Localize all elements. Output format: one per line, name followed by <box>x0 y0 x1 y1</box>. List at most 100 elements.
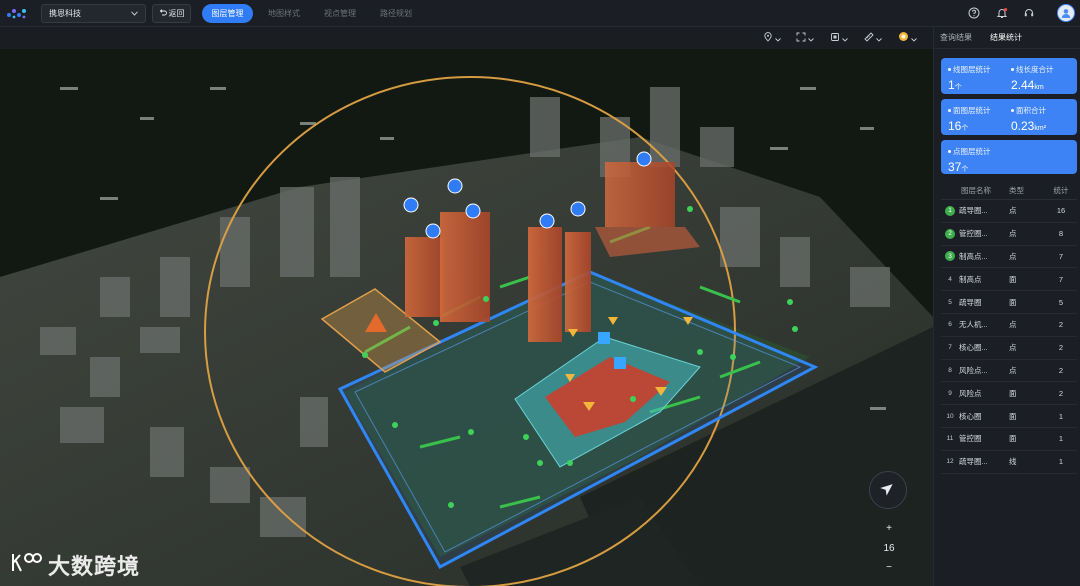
table-row[interactable]: 5 疏导圈 面 5 <box>941 291 1077 314</box>
layer-type: 面 <box>1009 434 1017 444</box>
layer-name-cell: 9 风险点 <box>941 388 1007 399</box>
layer-name: 管控圈 <box>959 434 982 444</box>
line-stats-card: 线图层统计 1个 线长度合计 2.44km <box>941 58 1077 94</box>
table-row[interactable]: 8 风险点... 点 2 <box>941 360 1077 383</box>
table-row[interactable]: 10 核心圈 面 1 <box>941 405 1077 428</box>
table-row[interactable]: 1 疏导圈... 点 16 <box>941 200 1077 223</box>
layer-name-cell: 12 疏导圈... <box>941 456 1007 467</box>
help-icon[interactable] <box>967 6 981 20</box>
layer-type: 点 <box>1009 343 1017 353</box>
location-pin-icon <box>763 29 773 47</box>
undo-icon <box>159 8 167 19</box>
table-row[interactable]: 12 疏导圈... 线 1 <box>941 451 1077 474</box>
layer-name-cell: 11 管控圈 <box>941 433 1007 444</box>
watermark-logo-icon <box>10 549 44 581</box>
area-layer-count: 面图层统计 16个 <box>948 106 991 133</box>
results-panel: 查询结果 结果统计 线图层统计 1个 线长度合计 2.44km 面图层统计 16… <box>933 27 1080 586</box>
watermark: 大数跨境 <box>10 550 140 580</box>
table-header: 图层名称 类型 统计 <box>941 182 1077 200</box>
layer-type: 面 <box>1009 388 1017 398</box>
layer-name: 疏导圈... <box>959 457 988 467</box>
rank-badge: 12 <box>946 458 954 466</box>
layer-type: 面 <box>1009 411 1017 421</box>
zoom-out-button[interactable]: − <box>886 562 892 573</box>
layer-name-cell: 7 核心圈... <box>941 342 1007 353</box>
app-logo-icon[interactable] <box>0 0 34 27</box>
table-row[interactable]: 6 无人机... 点 2 <box>941 314 1077 337</box>
sun-icon <box>898 29 909 47</box>
rank-badge: 9 <box>948 389 952 397</box>
table-row[interactable]: 2 管控圈... 点 8 <box>941 223 1077 246</box>
chevron-down-icon <box>876 29 882 47</box>
back-label: 返回 <box>168 9 185 18</box>
chevron-down-icon <box>808 29 814 47</box>
tab-layer-management[interactable]: 图层管理 <box>202 4 253 23</box>
point-stats-card: 点图层统计 37个 <box>941 140 1077 174</box>
bell-icon[interactable] <box>995 6 1009 20</box>
layer-count: 7 <box>1058 274 1064 284</box>
layer-count: 16 <box>1056 206 1066 216</box>
table-row[interactable]: 7 核心圈... 点 2 <box>941 337 1077 360</box>
zoom-control: + 16 − <box>878 523 900 573</box>
layer-stats-table: 图层名称 类型 统计 1 疏导圈... 点 16 2 管控圈... 点 8 3 制高点... 点 7 4… <box>941 182 1077 474</box>
top-bar: 携恩科技 返回 图层管理 地图样式 视点管理 路径规划 <box>0 0 1080 27</box>
layer-count: 1 <box>1058 411 1064 421</box>
layer-count: 7 <box>1058 251 1064 261</box>
layer-name: 风险点 <box>959 388 982 398</box>
table-row[interactable]: 3 制高点... 点 7 <box>941 246 1077 269</box>
lighting-tool[interactable] <box>898 31 917 45</box>
map-toolbar <box>0 27 933 49</box>
headset-icon[interactable] <box>1022 6 1036 20</box>
location-tool[interactable] <box>763 31 781 45</box>
rank-badge: 2 <box>945 228 955 239</box>
layers-tool[interactable] <box>830 31 848 45</box>
compass-button[interactable] <box>869 471 907 509</box>
layer-type: 线 <box>1009 457 1017 467</box>
layer-name: 风险点... <box>959 365 988 375</box>
layers-icon <box>830 29 840 47</box>
layer-name: 疏导圈... <box>959 206 988 216</box>
zoom-in-button[interactable]: + <box>886 523 892 534</box>
layer-name-cell: 4 制高点 <box>941 274 1007 285</box>
rank-badge: 8 <box>948 366 952 374</box>
chevron-down-icon <box>775 29 781 47</box>
chevron-down-icon <box>911 29 917 47</box>
fullscreen-tool[interactable] <box>796 31 814 45</box>
company-select[interactable]: 携恩科技 <box>41 4 146 23</box>
line-layer-count: 线图层统计 1个 <box>948 65 991 92</box>
rank-badge: 7 <box>948 344 952 352</box>
zoom-level: 16 <box>883 542 895 554</box>
measure-tool[interactable] <box>864 31 882 45</box>
layer-type: 点 <box>1009 320 1017 330</box>
layer-name-cell: 3 制高点... <box>941 251 1007 262</box>
map-scene <box>0 27 933 586</box>
tab-result-statistics[interactable]: 结果统计 <box>990 27 1022 49</box>
layer-name-cell: 8 风险点... <box>941 365 1007 376</box>
tab-viewpoint-management[interactable]: 视点管理 <box>318 4 362 23</box>
back-button[interactable]: 返回 <box>152 4 191 23</box>
layer-name: 无人机... <box>959 320 988 330</box>
table-row[interactable]: 4 制高点 面 7 <box>941 268 1077 292</box>
table-row[interactable]: 11 管控圈 面 1 <box>941 428 1077 451</box>
map-viewport[interactable]: + 16 − 大数跨境 <box>0 27 933 586</box>
ruler-icon <box>864 29 874 47</box>
layer-type: 点 <box>1009 229 1017 239</box>
user-avatar-icon[interactable] <box>1057 4 1075 22</box>
rank-badge: 1 <box>945 205 955 216</box>
tab-map-style[interactable]: 地图样式 <box>262 4 306 23</box>
area-stats-card: 面图层统计 16个 面积合计 0.23km² <box>941 99 1077 135</box>
layer-name-cell: 1 疏导圈... <box>941 205 1007 216</box>
rank-badge: 11 <box>946 435 954 443</box>
table-row[interactable]: 9 风险点 面 2 <box>941 382 1077 406</box>
watermark-text: 大数跨境 <box>48 554 141 579</box>
fullscreen-icon <box>796 29 806 47</box>
layer-count: 5 <box>1058 297 1064 307</box>
rank-badge: 4 <box>948 275 952 283</box>
layer-name: 制高点... <box>959 251 988 261</box>
layer-count: 1 <box>1058 434 1064 444</box>
tab-path-planning[interactable]: 路径规划 <box>374 4 418 23</box>
area-total: 面积合计 0.23km² <box>1011 106 1047 133</box>
layer-name: 制高点 <box>959 274 982 284</box>
layer-name-cell: 2 管控圈... <box>941 228 1007 239</box>
tab-query-results[interactable]: 查询结果 <box>940 27 972 49</box>
